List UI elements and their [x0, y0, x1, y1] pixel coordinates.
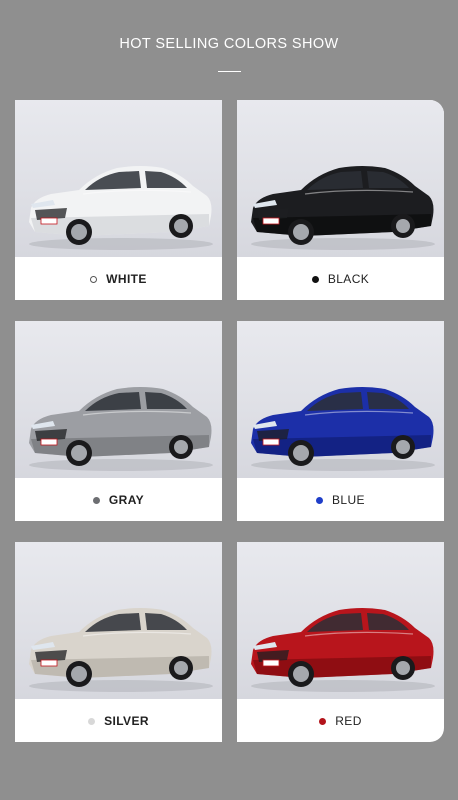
color-caption: BLACK [237, 264, 444, 294]
color-dot-icon [88, 717, 96, 725]
color-dot-icon [316, 496, 324, 504]
color-label: GRAY [108, 493, 145, 507]
color-dot-icon [92, 496, 100, 504]
color-label: WHITE [106, 272, 147, 286]
color-card-red[interactable]: RED [237, 542, 444, 742]
car-photo-silver [15, 542, 222, 699]
color-caption: SILVER [15, 706, 222, 736]
color-caption: WHITE [15, 264, 222, 294]
car-photo-red [237, 542, 444, 699]
color-grid: WHITE BLACK GRAY BLUE SILVER RED [0, 0, 458, 800]
color-card-silver[interactable]: SILVER [15, 542, 222, 742]
sedan-illustration [251, 608, 435, 692]
sedan-illustration [29, 608, 213, 692]
color-caption: RED [237, 706, 444, 736]
color-label: RED [335, 714, 362, 728]
color-dot-icon [311, 275, 319, 283]
color-label: BLACK [327, 272, 370, 286]
sedan-illustration [251, 166, 435, 250]
color-card-black[interactable]: BLACK [237, 100, 444, 300]
sedan-illustration [29, 387, 213, 471]
car-photo-white [15, 100, 222, 257]
car-photo-gray [15, 321, 222, 478]
color-caption: GRAY [15, 485, 222, 515]
color-dot-icon [90, 275, 98, 283]
color-label: BLUE [332, 493, 365, 507]
sedan-illustration [29, 166, 213, 250]
color-card-white[interactable]: WHITE [15, 100, 222, 300]
car-photo-blue [237, 321, 444, 478]
color-dot-icon [319, 717, 327, 725]
sedan-illustration [251, 387, 435, 471]
color-card-gray[interactable]: GRAY [15, 321, 222, 521]
car-photo-black [237, 100, 444, 257]
color-card-blue[interactable]: BLUE [237, 321, 444, 521]
color-caption: BLUE [237, 485, 444, 515]
color-label: SILVER [104, 714, 149, 728]
